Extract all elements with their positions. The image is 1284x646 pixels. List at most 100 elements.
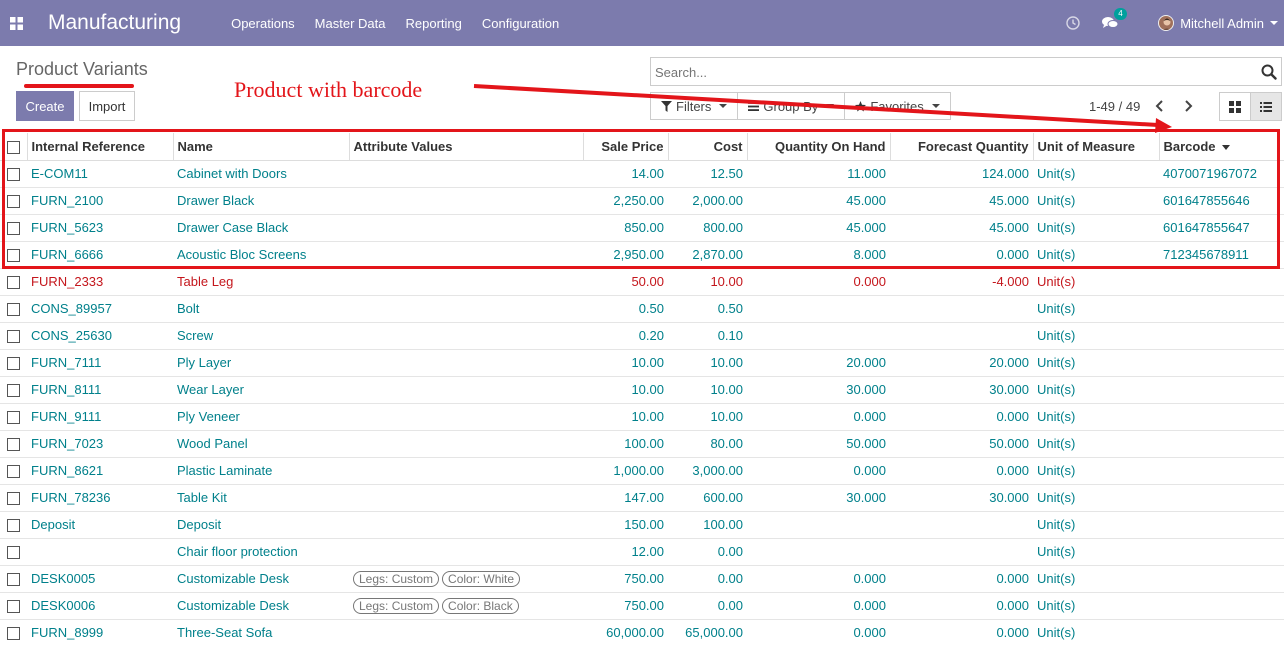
- cell-barcode[interactable]: [1159, 294, 1284, 322]
- row-select-cell[interactable]: [0, 564, 27, 592]
- cell-forecast-quantity[interactable]: [890, 537, 1033, 565]
- cell-forecast-quantity[interactable]: -4.000: [890, 267, 1033, 295]
- row-checkbox[interactable]: [7, 600, 20, 614]
- cell-name[interactable]: Customizable Desk: [173, 591, 349, 619]
- row-select-cell[interactable]: [0, 483, 27, 511]
- cell-name[interactable]: Wood Panel: [173, 429, 349, 457]
- cell-internal-reference[interactable]: FURN_9111: [27, 402, 173, 430]
- cell-quantity-on-hand[interactable]: 0.000: [747, 591, 890, 619]
- cell-sale-price[interactable]: 10.00: [583, 348, 668, 376]
- cell-unit-of-measure[interactable]: Unit(s): [1033, 321, 1159, 349]
- search-icon[interactable]: [1261, 64, 1277, 80]
- cell-cost[interactable]: 0.00: [668, 591, 747, 619]
- cell-attribute-values[interactable]: [349, 510, 583, 538]
- row-checkbox[interactable]: [7, 438, 20, 452]
- table-row[interactable]: CONS_89957 Bolt 0.50 0.50 Unit(s): [0, 294, 1284, 322]
- cell-unit-of-measure[interactable]: Unit(s): [1033, 429, 1159, 457]
- cell-barcode[interactable]: [1159, 591, 1284, 619]
- favorites-button[interactable]: Favorites: [844, 92, 951, 120]
- cell-barcode[interactable]: [1159, 510, 1284, 538]
- import-button[interactable]: Import: [79, 91, 135, 121]
- cell-name[interactable]: Ply Layer: [173, 348, 349, 376]
- cell-unit-of-measure[interactable]: Unit(s): [1033, 267, 1159, 295]
- cell-cost[interactable]: 100.00: [668, 510, 747, 538]
- cell-forecast-quantity[interactable]: [890, 510, 1033, 538]
- cell-sale-price[interactable]: 0.20: [583, 321, 668, 349]
- cell-cost[interactable]: 3,000.00: [668, 456, 747, 484]
- cell-barcode[interactable]: [1159, 564, 1284, 592]
- table-row[interactable]: FURN_8999 Three-Seat Sofa 60,000.00 65,000.…: [0, 618, 1284, 646]
- cell-sale-price[interactable]: 12.00: [583, 537, 668, 565]
- pager-value[interactable]: 1-49 / 49: [1089, 99, 1140, 114]
- cell-unit-of-measure[interactable]: Unit(s): [1033, 375, 1159, 403]
- cell-name[interactable]: Chair floor protection: [173, 537, 349, 565]
- cell-quantity-on-hand[interactable]: 50.000: [747, 429, 890, 457]
- table-row[interactable]: FURN_2333 Table Leg 50.00 10.00 0.000 -4.000 U…: [0, 267, 1284, 295]
- activity-clock-icon[interactable]: [1066, 16, 1080, 30]
- row-select-cell[interactable]: [0, 591, 27, 619]
- table-row[interactable]: CONS_25630 Screw 0.20 0.10 Unit(s): [0, 321, 1284, 349]
- cell-barcode[interactable]: [1159, 375, 1284, 403]
- avatar[interactable]: [1158, 15, 1175, 31]
- cell-barcode[interactable]: [1159, 456, 1284, 484]
- cell-quantity-on-hand[interactable]: [747, 294, 890, 322]
- cell-cost[interactable]: 600.00: [668, 483, 747, 511]
- cell-quantity-on-hand[interactable]: 0.000: [747, 402, 890, 430]
- row-checkbox[interactable]: [7, 465, 20, 479]
- cell-internal-reference[interactable]: FURN_78236: [27, 483, 173, 511]
- cell-unit-of-measure[interactable]: Unit(s): [1033, 537, 1159, 565]
- cell-unit-of-measure[interactable]: Unit(s): [1033, 564, 1159, 592]
- cell-quantity-on-hand[interactable]: [747, 537, 890, 565]
- cell-name[interactable]: Three-Seat Sofa: [173, 618, 349, 646]
- cell-quantity-on-hand[interactable]: 0.000: [747, 564, 890, 592]
- cell-sale-price[interactable]: 1,000.00: [583, 456, 668, 484]
- apps-menu-icon[interactable]: [0, 0, 32, 46]
- list-view-button[interactable]: [1250, 92, 1282, 121]
- cell-name[interactable]: Plastic Laminate: [173, 456, 349, 484]
- row-select-cell[interactable]: [0, 618, 27, 646]
- cell-attribute-values[interactable]: [349, 375, 583, 403]
- filters-button[interactable]: Filters: [650, 92, 739, 120]
- row-checkbox[interactable]: [7, 519, 20, 533]
- table-row[interactable]: DESK0005 Customizable Desk Legs: Custom Col…: [0, 564, 1284, 592]
- row-select-cell[interactable]: [0, 267, 27, 295]
- cell-sale-price[interactable]: 0.50: [583, 294, 668, 322]
- cell-sale-price[interactable]: 147.00: [583, 483, 668, 511]
- cell-quantity-on-hand[interactable]: [747, 510, 890, 538]
- row-select-cell[interactable]: [0, 429, 27, 457]
- cell-unit-of-measure[interactable]: Unit(s): [1033, 348, 1159, 376]
- cell-barcode[interactable]: [1159, 321, 1284, 349]
- cell-quantity-on-hand[interactable]: 20.000: [747, 348, 890, 376]
- cell-cost[interactable]: 65,000.00: [668, 618, 747, 646]
- create-button[interactable]: Create: [16, 91, 74, 121]
- cell-barcode[interactable]: [1159, 402, 1284, 430]
- row-checkbox[interactable]: [7, 330, 20, 344]
- messaging-menu[interactable]: 4: [1102, 8, 1127, 30]
- cell-internal-reference[interactable]: DESK0006: [27, 591, 173, 619]
- cell-forecast-quantity[interactable]: [890, 294, 1033, 322]
- row-checkbox[interactable]: [7, 303, 20, 317]
- table-row[interactable]: FURN_8621 Plastic Laminate 1,000.00 3,000.0…: [0, 456, 1284, 484]
- table-row[interactable]: FURN_8111 Wear Layer 10.00 10.00 30.000 30.00…: [0, 375, 1284, 403]
- cell-attribute-values[interactable]: [349, 456, 583, 484]
- cell-cost[interactable]: 10.00: [668, 267, 747, 295]
- cell-sale-price[interactable]: 50.00: [583, 267, 668, 295]
- cell-name[interactable]: Table Kit: [173, 483, 349, 511]
- cell-internal-reference[interactable]: FURN_8999: [27, 618, 173, 646]
- menu-master-data[interactable]: Master Data: [305, 16, 396, 31]
- cell-cost[interactable]: 10.00: [668, 375, 747, 403]
- table-row[interactable]: FURN_9111 Ply Veneer 10.00 10.00 0.000 0.000 U…: [0, 402, 1284, 430]
- row-select-cell[interactable]: [0, 456, 27, 484]
- cell-quantity-on-hand[interactable]: 30.000: [747, 483, 890, 511]
- table-row[interactable]: DESK0006 Customizable Desk Legs: Custom Col…: [0, 591, 1284, 619]
- cell-attribute-values[interactable]: [349, 321, 583, 349]
- cell-barcode[interactable]: [1159, 537, 1284, 565]
- cell-barcode[interactable]: [1159, 483, 1284, 511]
- group-by-button[interactable]: Group By: [737, 92, 846, 120]
- table-row[interactable]: FURN_78236 Table Kit 147.00 600.00 30.000 30.…: [0, 483, 1284, 511]
- cell-cost[interactable]: 0.50: [668, 294, 747, 322]
- row-select-cell[interactable]: [0, 294, 27, 322]
- row-checkbox[interactable]: [7, 546, 20, 560]
- chevron-right-icon[interactable]: [1181, 99, 1195, 113]
- cell-unit-of-measure[interactable]: Unit(s): [1033, 294, 1159, 322]
